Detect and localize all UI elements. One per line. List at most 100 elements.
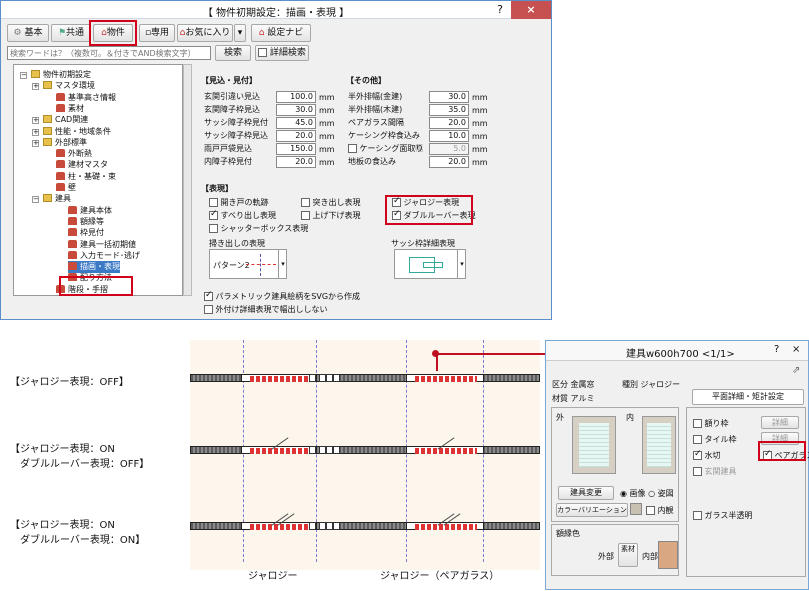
- svg-checkbox[interactable]: [204, 290, 213, 301]
- other-value-field[interactable]: 35.0: [429, 104, 469, 116]
- hyogen-checkbox[interactable]: [301, 211, 310, 220]
- panel-option[interactable]: タイル枠: [693, 434, 737, 445]
- mikomi-value-field[interactable]: 45.0: [276, 117, 316, 129]
- panel-checkbox[interactable]: [693, 467, 702, 476]
- other-value-field[interactable]: 5.0: [429, 143, 469, 155]
- kubun-label: 区分: [552, 380, 568, 389]
- expand-icon[interactable]: +: [32, 83, 39, 91]
- panel-option[interactable]: ガラス半透明: [693, 510, 752, 521]
- change-door-button[interactable]: 建具変更: [558, 486, 614, 500]
- sash-detail-select[interactable]: ▾: [394, 249, 466, 279]
- panel-help-button[interactable]: ?: [774, 344, 779, 355]
- expand-icon[interactable]: +: [32, 117, 39, 125]
- close-button[interactable]: ×: [511, 1, 551, 19]
- color-variation-button[interactable]: カラーバリエーション: [556, 503, 628, 517]
- inview-option[interactable]: 内観: [646, 505, 674, 516]
- tree-item[interactable]: 壁: [56, 182, 76, 194]
- mikomi-value-field[interactable]: 100.0: [276, 91, 316, 103]
- other-value-field[interactable]: 10.0: [429, 130, 469, 142]
- outer-option[interactable]: 外付け詳細表現で幅出ししない: [204, 304, 328, 315]
- inside-color-swatch[interactable]: [658, 541, 678, 569]
- hyogen-option[interactable]: すべり出し表現: [209, 209, 276, 221]
- detail-button[interactable]: 詳細: [761, 416, 799, 429]
- frame-color-group: 額縁色 外部 素材 内部: [551, 524, 679, 576]
- hyogen-option[interactable]: 上げ下げ表現: [301, 210, 361, 221]
- expand-icon[interactable]: −: [32, 196, 39, 204]
- panel-option[interactable]: 玄関建具: [693, 466, 737, 477]
- mikomi-value-field[interactable]: 150.0: [276, 143, 316, 155]
- image-radio[interactable]: ◉ 画像 ○ 姿図: [620, 488, 674, 499]
- other-value-field[interactable]: 20.0: [429, 156, 469, 168]
- tree-item[interactable]: 素材: [56, 103, 84, 115]
- help-button[interactable]: ?: [489, 1, 511, 19]
- tab-plan-detail[interactable]: 平面詳細・矩計設定: [692, 389, 804, 405]
- tree-scrollbar[interactable]: [183, 64, 192, 296]
- panel-option[interactable]: 水切: [693, 449, 721, 461]
- wall-plan: [190, 513, 540, 530]
- hyogen-checkbox[interactable]: [209, 198, 218, 207]
- panel-checkbox[interactable]: [693, 435, 702, 444]
- basic-button[interactable]: ⚙ 基本: [7, 24, 49, 42]
- pin-icon[interactable]: ⇗: [792, 365, 800, 376]
- other-value-field[interactable]: 30.0: [429, 91, 469, 103]
- mikomi-value-field[interactable]: 20.0: [276, 130, 316, 142]
- expand-icon[interactable]: +: [32, 128, 39, 136]
- tree-item[interactable]: + CAD関連: [32, 114, 88, 126]
- common-button[interactable]: ⚑共通: [51, 24, 91, 42]
- caption-on2-a: 【ジャロジー表現：ON: [10, 520, 115, 531]
- hyogen-checkbox[interactable]: [209, 224, 218, 233]
- tree-item[interactable]: 建具本体: [68, 205, 112, 217]
- panel-close-button[interactable]: ×: [792, 344, 800, 355]
- tree-item[interactable]: 額縁等: [68, 216, 104, 228]
- tree-item[interactable]: 柱・基礎・束: [56, 171, 116, 183]
- slide-pattern-select[interactable]: パターン2 ▾: [209, 249, 287, 279]
- panel-option[interactable]: 額り枠: [693, 418, 729, 429]
- tree-item[interactable]: 建材マスタ: [56, 159, 108, 171]
- hyogen-option[interactable]: 開き戸の軌跡: [209, 197, 269, 208]
- hyogen-option[interactable]: シャッターボックス表現: [209, 223, 308, 234]
- sash-chevron-icon[interactable]: ▾: [457, 250, 466, 278]
- tree-item[interactable]: + 外部標準: [32, 137, 87, 149]
- tree-item[interactable]: + マスタ環境: [32, 80, 95, 92]
- tree-item[interactable]: 描画・表現: [68, 261, 120, 274]
- panel-checkbox[interactable]: [693, 511, 702, 520]
- tree-item[interactable]: − 物件初期設定: [20, 69, 91, 81]
- tree-selection-highlight: [59, 276, 133, 296]
- image-frame: 外 内 建具変更 ◉ 画像 ○ 姿図 カラーバリエーション 内観: [551, 407, 679, 522]
- search-button[interactable]: 検索: [215, 45, 251, 61]
- tree-item-label: 物件初期設定: [43, 70, 91, 79]
- detail-search-button[interactable]: 詳細検索: [255, 45, 309, 61]
- tree-item[interactable]: 建具一括初期値: [68, 239, 136, 251]
- tree-item[interactable]: 枠見付: [68, 227, 104, 239]
- casing-checkbox[interactable]: [348, 144, 357, 153]
- chevron-down-icon[interactable]: ▾: [278, 250, 287, 278]
- search-input[interactable]: [7, 46, 211, 60]
- tree-item[interactable]: − 建具: [32, 193, 71, 205]
- tree-item[interactable]: 外断熱: [56, 148, 92, 160]
- material-button[interactable]: 素材: [618, 543, 638, 567]
- panel-checkbox[interactable]: [693, 419, 702, 428]
- hyogen-checkbox[interactable]: [301, 198, 310, 207]
- mikomi-value-field[interactable]: 30.0: [276, 104, 316, 116]
- expand-icon[interactable]: +: [32, 139, 39, 147]
- outer-checkbox[interactable]: [204, 305, 213, 314]
- inview-checkbox[interactable]: [646, 506, 655, 515]
- nav-button[interactable]: ⌂ 設定ナビ: [251, 24, 311, 42]
- color-swatch[interactable]: [630, 503, 642, 515]
- detail-search-checkbox[interactable]: [258, 48, 268, 57]
- svg-option[interactable]: パラメトリック建具絵柄をSVGから作成: [204, 290, 360, 302]
- favorites-dropdown[interactable]: ▾: [234, 24, 246, 42]
- tree-item[interactable]: 基準高さ情報: [56, 92, 116, 104]
- setting-icon: [68, 262, 77, 271]
- hyogen-option[interactable]: 突き出し表現: [301, 197, 361, 208]
- other-value-field[interactable]: 20.0: [429, 117, 469, 129]
- hyogen-checkbox[interactable]: [209, 209, 218, 220]
- expand-icon[interactable]: −: [20, 72, 27, 79]
- mikomi-value-field[interactable]: 20.0: [276, 156, 316, 168]
- favorites-button[interactable]: ⌂お気に入り: [177, 24, 233, 42]
- exclusive-button[interactable]: ▫専用: [139, 24, 175, 42]
- tree-item[interactable]: 入力モード･逃げ: [68, 250, 140, 262]
- tree-item[interactable]: + 性能・地域条件: [32, 126, 111, 138]
- frame-block: [326, 522, 333, 530]
- panel-checkbox[interactable]: [693, 449, 702, 460]
